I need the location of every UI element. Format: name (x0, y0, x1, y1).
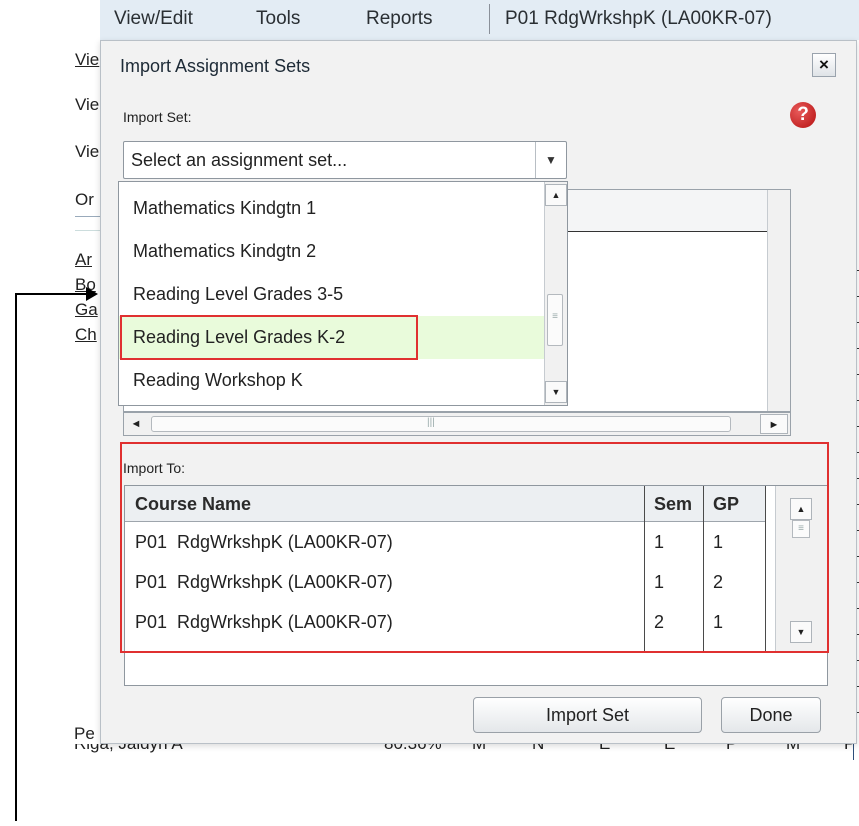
close-button[interactable]: × (812, 53, 836, 77)
bg-link-1[interactable]: Ar (75, 250, 92, 270)
dropdown-vertical-scrollbar[interactable]: ▲ ≡ ▼ (544, 182, 567, 405)
menu-tools[interactable]: Tools (256, 8, 300, 30)
menu-separator (489, 4, 490, 34)
dropdown-option[interactable]: Reading Level Grades 3-5 (119, 273, 546, 316)
scroll-down-arrow-icon[interactable]: ▼ (545, 381, 567, 403)
select-placeholder: Select an assignment set... (131, 150, 348, 170)
bg-row-value: E (664, 744, 675, 754)
import-set-button[interactable]: Import Set (473, 697, 702, 733)
scroll-grip-icon: ||| (427, 417, 435, 428)
menu-reports[interactable]: Reports (366, 8, 433, 30)
bg-link-4[interactable]: Ch (75, 325, 97, 345)
import-to-highlight (120, 442, 829, 653)
connector-line-horizontal (15, 293, 87, 295)
scroll-up-arrow-icon[interactable]: ▲ (545, 184, 567, 206)
selected-option-highlight (120, 315, 418, 360)
help-icon[interactable]: ? (790, 102, 816, 128)
bg-tab-2[interactable]: Vie (75, 95, 99, 115)
assignment-set-dropdown: Mathematics Kindgtn 1 Mathematics Kindgt… (118, 181, 568, 406)
bg-row-value: 80.36% (384, 744, 442, 754)
bg-row-value: N (532, 744, 544, 754)
bg-tab-4[interactable]: Or (75, 190, 94, 210)
bg-row-value: M (786, 744, 800, 754)
horizontal-scroll-thumb[interactable]: ||| (151, 416, 731, 432)
bg-tab-3[interactable]: Vie (75, 142, 99, 162)
done-button[interactable]: Done (721, 697, 821, 733)
assignment-set-select[interactable]: Select an assignment set... ▼ (123, 141, 567, 179)
dropdown-option[interactable]: Mathematics Kindgtn 1 (119, 187, 546, 230)
scroll-right-arrow-icon[interactable]: ► (760, 414, 788, 434)
bg-row-value: E (599, 744, 610, 754)
bg-link-3[interactable]: Ga (75, 300, 98, 320)
dropdown-option[interactable]: Reading Workshop K (119, 359, 546, 402)
bg-row-value: M (472, 744, 486, 754)
bg-row-value: P (726, 744, 737, 754)
import-assignment-sets-dialog: Import Assignment Sets × Import Set: ? S… (100, 40, 857, 744)
scroll-grip-icon: ≡ (552, 311, 558, 322)
list-horizontal-scrollbar[interactable]: ◄ ||| ► (123, 412, 791, 436)
bg-bottom-label: Pe (74, 724, 95, 743)
dialog-title: Import Assignment Sets (120, 56, 311, 76)
connector-line-vertical (15, 293, 17, 821)
dropdown-option[interactable]: Mathematics Kindgtn 2 (119, 230, 546, 273)
select-chevron-down-icon[interactable]: ▼ (535, 142, 566, 178)
bg-cut-row: Riga, Jaidyn A 80.36% M N E E P M P (74, 744, 859, 754)
bg-row-name: Riga, Jaidyn A (74, 744, 183, 754)
menu-view-edit[interactable]: View/Edit (114, 8, 193, 30)
bg-row-value: P (844, 744, 855, 754)
list-vertical-scrollbar[interactable] (767, 190, 790, 411)
scroll-left-arrow-icon[interactable]: ◄ (126, 414, 146, 434)
dropdown-scroll-thumb[interactable]: ≡ (547, 294, 563, 346)
course-header: P01 RdgWrkshpK (LA00KR-07) (505, 8, 772, 29)
import-set-label: Import Set: (123, 109, 192, 125)
bg-tab-1[interactable]: Vie (75, 50, 99, 70)
connector-arrowhead (86, 287, 98, 301)
